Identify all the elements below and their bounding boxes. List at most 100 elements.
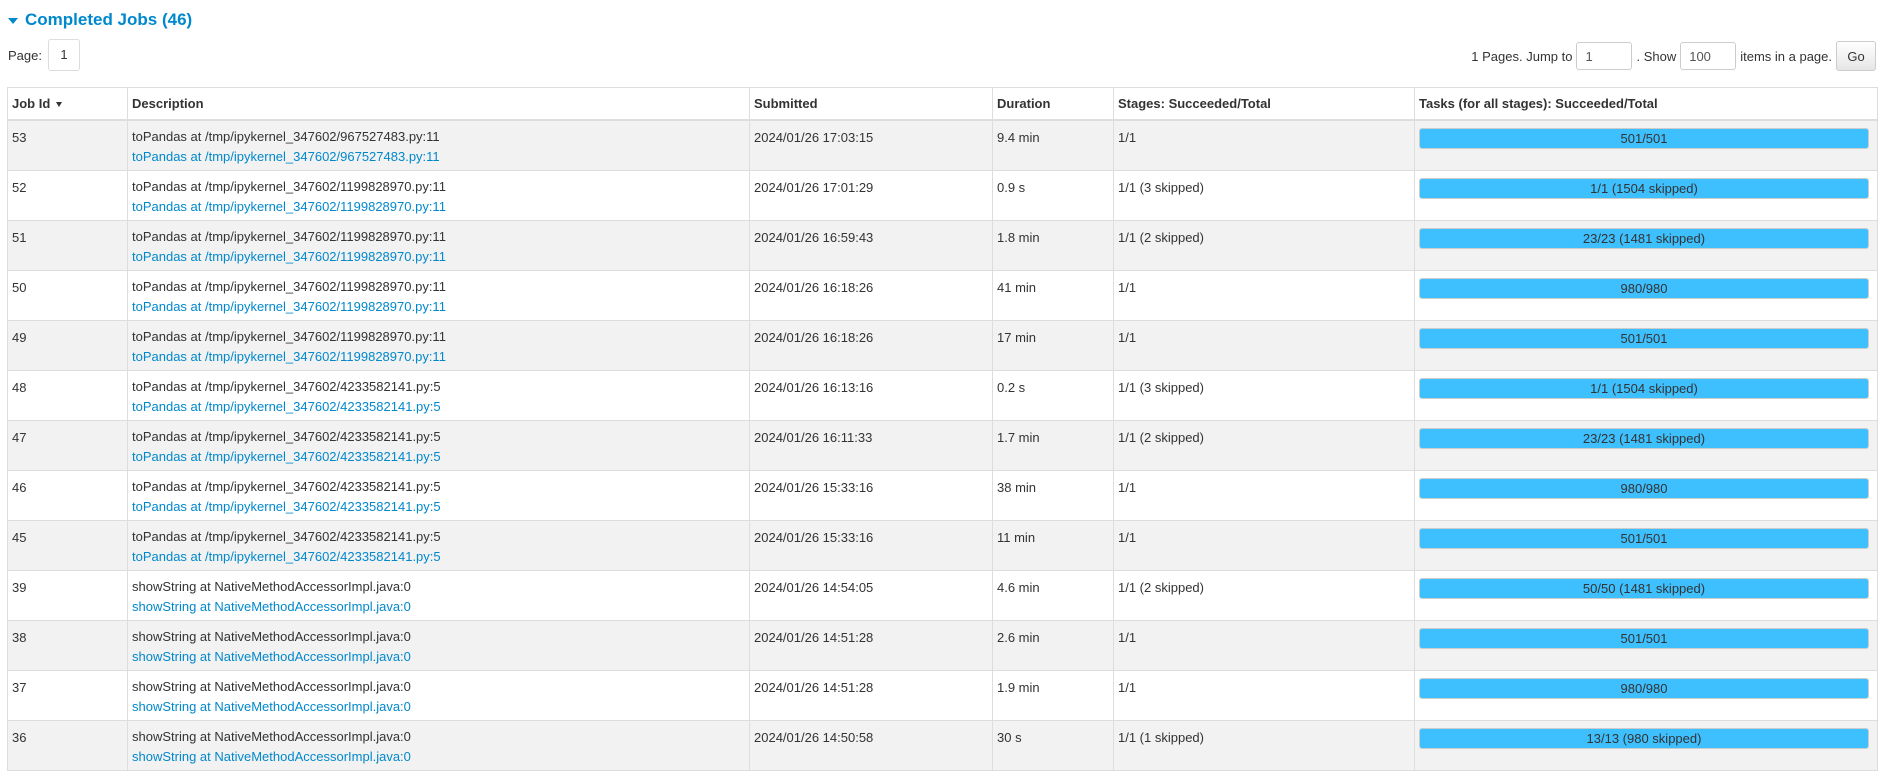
job-duration: 0.2 s <box>997 379 1026 395</box>
job-id: 51 <box>12 229 27 245</box>
items-text: items in a page. <box>1740 48 1832 64</box>
job-description-link[interactable]: toPandas at /tmp/ipykernel_347602/423358… <box>132 447 745 467</box>
tasks-progress-label: 501/501 <box>1620 630 1668 646</box>
job-description-link[interactable]: toPandas at /tmp/ipykernel_347602/423358… <box>132 397 745 417</box>
description-cell: toPandas at /tmp/ipykernel_347602/119982… <box>127 269 750 321</box>
col-header-description[interactable]: Description <box>127 87 750 121</box>
job-description-link[interactable]: showString at NativeMethodAccessorImpl.j… <box>132 597 745 617</box>
table-row: 38 showString at NativeMethodAccessorImpl… <box>7 619 1878 671</box>
table-row: 47 toPandas at /tmp/ipykernel_347602/4233… <box>7 419 1878 471</box>
stages-progress: 1/1 <box>1118 329 1137 345</box>
table-row: 39 showString at NativeMethodAccessorImpl… <box>7 569 1878 621</box>
submitted-cell: 2024/01/26 15:33:16 <box>749 469 993 521</box>
tasks-progress-label: 501/501 <box>1620 530 1668 546</box>
submitted-cell: 2024/01/26 14:51:28 <box>749 669 993 721</box>
stages-progress: 1/1 (3 skipped) <box>1118 179 1204 195</box>
tasks-progress-label: 501/501 <box>1620 131 1668 146</box>
job-id-cell: 52 <box>7 169 128 221</box>
show-text: . Show <box>1636 48 1677 64</box>
tasks-cell: 50/50 (1481 skipped) <box>1414 569 1878 621</box>
job-id-cell: 49 <box>7 319 128 371</box>
stages-progress: 1/1 (2 skipped) <box>1118 429 1204 445</box>
job-description-link[interactable]: showString at NativeMethodAccessorImpl.j… <box>132 647 745 667</box>
job-id-cell: 45 <box>7 519 128 571</box>
stages-cell: 1/1 <box>1113 269 1415 321</box>
job-description-link[interactable]: toPandas at /tmp/ipykernel_347602/423358… <box>132 547 745 567</box>
tasks-progress-label: 23/23 (1481 skipped) <box>1582 430 1706 446</box>
page-size-input[interactable] <box>1680 42 1737 70</box>
job-id-cell: 50 <box>7 269 128 321</box>
tasks-progress-bar: 501/501 <box>1419 527 1869 549</box>
job-id-cell: 48 <box>7 369 128 421</box>
tasks-cell: 980/980 <box>1414 469 1878 521</box>
job-description-link[interactable]: toPandas at /tmp/ipykernel_347602/119982… <box>132 347 745 367</box>
job-description-link[interactable]: toPandas at /tmp/ipykernel_347602/967527… <box>132 147 745 167</box>
job-id: 46 <box>12 479 27 495</box>
table-row: 36 showString at NativeMethodAccessorImpl… <box>7 719 1878 771</box>
submitted-time: 2024/01/26 16:18:26 <box>754 329 874 345</box>
duration-cell: 0.2 s <box>992 369 1114 421</box>
tasks-progress-bar: 13/13 (980 skipped) <box>1419 727 1869 749</box>
job-description-link[interactable]: showString at NativeMethodAccessorImpl.j… <box>132 697 745 717</box>
job-description-link[interactable]: showString at NativeMethodAccessorImpl.j… <box>132 747 745 767</box>
sort-desc-arrow-icon[interactable] <box>56 102 63 108</box>
col-header-submitted[interactable]: Submitted <box>749 87 993 121</box>
tasks-progress-label: 980/980 <box>1620 680 1668 696</box>
job-id: 50 <box>12 279 27 295</box>
submitted-cell: 2024/01/26 17:03:15 <box>749 119 993 171</box>
submitted-time: 2024/01/26 16:11:33 <box>754 429 873 445</box>
job-id-header-label[interactable]: Job Id <box>12 96 50 111</box>
submitted-time: 2024/01/26 14:51:28 <box>754 629 874 645</box>
description-cell: toPandas at /tmp/ipykernel_347602/423358… <box>127 519 750 571</box>
job-id: 53 <box>12 130 27 145</box>
job-description: toPandas at /tmp/ipykernel_347602/119982… <box>132 228 446 244</box>
job-description: toPandas at /tmp/ipykernel_347602/967527… <box>132 129 440 144</box>
completed-jobs-header[interactable]: Completed Jobs (46) <box>8 8 192 32</box>
stages-cell: 1/1 <box>1113 469 1415 521</box>
tasks-progress-bar: 501/501 <box>1419 128 1869 149</box>
col-header-job-id[interactable]: Job Id <box>7 87 128 121</box>
job-duration: 0.9 s <box>997 179 1026 195</box>
submitted-cell: 2024/01/26 14:51:28 <box>749 619 993 671</box>
description-cell: toPandas at /tmp/ipykernel_347602/967527… <box>127 119 750 171</box>
job-description-link[interactable]: toPandas at /tmp/ipykernel_347602/119982… <box>132 197 745 217</box>
col-header-duration[interactable]: Duration <box>992 87 1114 121</box>
submitted-cell: 2024/01/26 15:33:16 <box>749 519 993 571</box>
stages-progress: 1/1 <box>1118 679 1137 695</box>
job-description: toPandas at /tmp/ipykernel_347602/423358… <box>132 378 441 394</box>
description-cell: toPandas at /tmp/ipykernel_347602/423358… <box>127 419 750 471</box>
tasks-cell: 980/980 <box>1414 269 1878 321</box>
stages-progress: 1/1 (3 skipped) <box>1118 379 1204 395</box>
tasks-progress-label: 980/980 <box>1620 280 1668 296</box>
job-description-link[interactable]: toPandas at /tmp/ipykernel_347602/423358… <box>132 497 745 517</box>
tasks-cell: 1/1 (1504 skipped) <box>1414 169 1878 221</box>
col-header-tasks[interactable]: Tasks (for all stages): Succeeded/Total <box>1414 87 1878 121</box>
collapse-arrow-icon[interactable] <box>8 18 18 24</box>
jump-to-page-input[interactable] <box>1576 42 1633 70</box>
table-row: 53 toPandas at /tmp/ipykernel_347602/9675… <box>7 119 1878 171</box>
job-id: 48 <box>12 379 27 395</box>
col-header-stages[interactable]: Stages: Succeeded/Total <box>1113 87 1415 121</box>
stages-progress: 1/1 (1 skipped) <box>1118 729 1204 745</box>
job-duration: 1.8 min <box>997 229 1040 245</box>
job-id-cell: 46 <box>7 469 128 521</box>
duration-cell: 30 s <box>992 719 1114 771</box>
section-title[interactable]: Completed Jobs (46) <box>25 10 192 30</box>
go-button[interactable]: Go <box>1836 41 1876 71</box>
stages-cell: 1/1 (2 skipped) <box>1113 569 1415 621</box>
tasks-cell: 23/23 (1481 skipped) <box>1414 419 1878 471</box>
submitted-cell: 2024/01/26 14:54:05 <box>749 569 993 621</box>
stages-progress: 1/1 <box>1118 479 1137 495</box>
tasks-progress-bar: 1/1 (1504 skipped) <box>1419 377 1869 399</box>
job-description-link[interactable]: toPandas at /tmp/ipykernel_347602/119982… <box>132 247 745 267</box>
tasks-cell: 501/501 <box>1414 619 1878 671</box>
job-id: 49 <box>12 329 27 345</box>
description-cell: showString at NativeMethodAccessorImpl.j… <box>127 719 750 771</box>
job-description-link[interactable]: toPandas at /tmp/ipykernel_347602/119982… <box>132 297 745 317</box>
tasks-progress-label: 1/1 (1504 skipped) <box>1590 180 1698 196</box>
page-link-1[interactable]: 1 <box>47 39 80 71</box>
tasks-cell: 501/501 <box>1414 319 1878 371</box>
description-cell: showString at NativeMethodAccessorImpl.j… <box>127 619 750 671</box>
table-header-row: Job Id Description Submitted Duration St… <box>7 87 1878 121</box>
tasks-progress-bar: 23/23 (1481 skipped) <box>1419 427 1869 449</box>
